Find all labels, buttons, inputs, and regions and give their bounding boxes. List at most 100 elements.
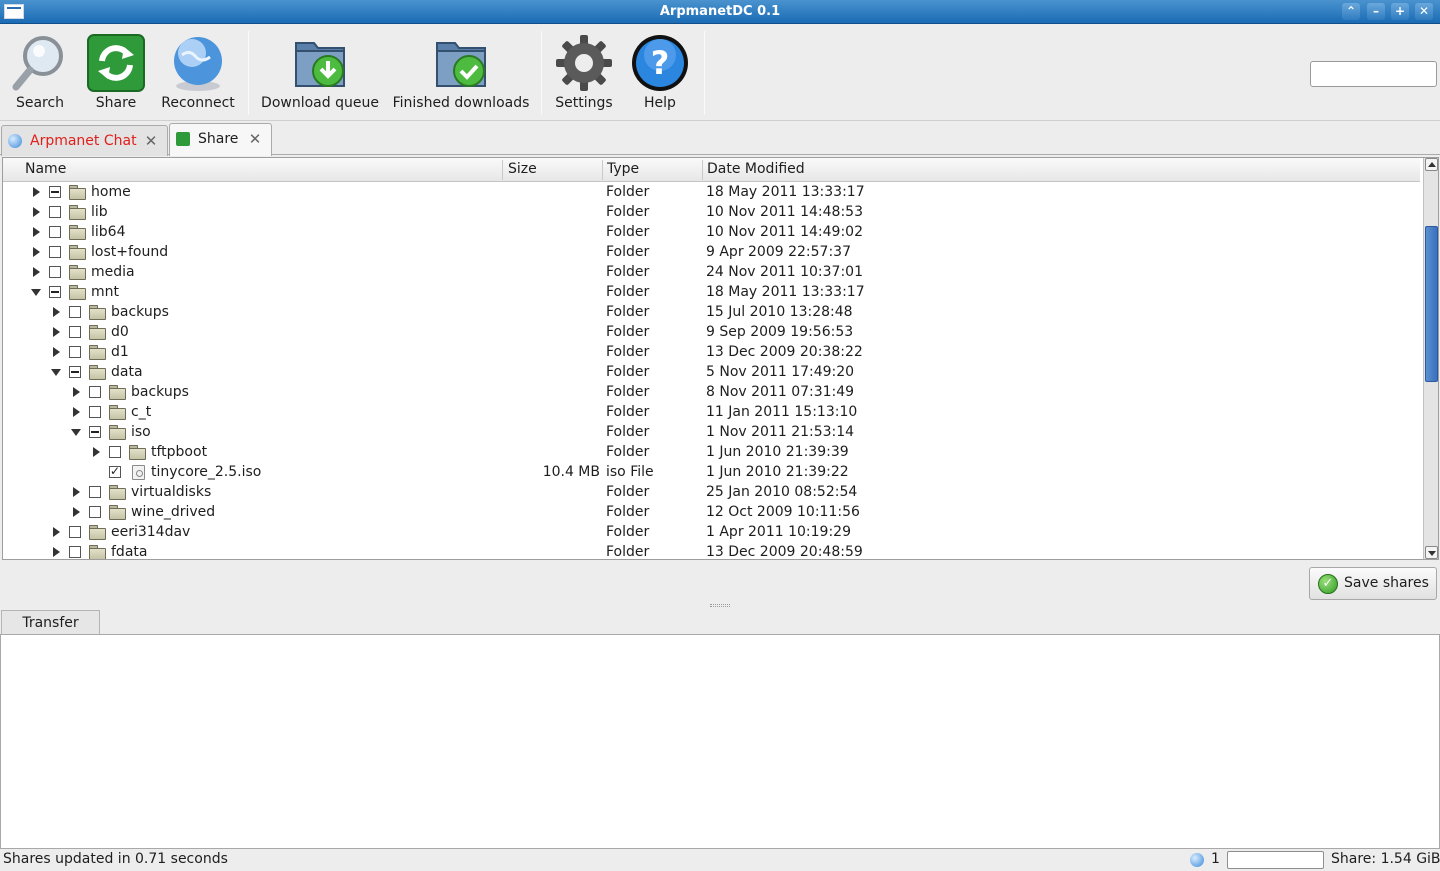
share-checkbox[interactable] — [109, 446, 121, 458]
close-icon[interactable]: ✕ — [248, 132, 262, 147]
scroll-thumb[interactable] — [1425, 226, 1438, 382]
share-checkbox[interactable] — [69, 526, 81, 538]
expander-open-icon[interactable] — [51, 367, 61, 377]
table-row[interactable]: c_t Folder 11 Jan 2011 15:13:10 — [3, 402, 1420, 422]
column-separator[interactable] — [702, 160, 703, 180]
expander-open-icon[interactable] — [71, 427, 81, 437]
table-row[interactable]: backups Folder 15 Jul 2010 13:28:48 — [3, 302, 1420, 322]
expander-closed-icon[interactable] — [51, 527, 61, 537]
column-name[interactable]: Name — [25, 161, 66, 177]
tab-transfer[interactable]: Transfer — [1, 610, 100, 634]
expander-closed-icon[interactable] — [71, 487, 81, 497]
download-queue-button[interactable]: Download queue — [256, 29, 384, 117]
table-row[interactable]: d1 Folder 13 Dec 2009 20:38:22 — [3, 342, 1420, 362]
table-row[interactable]: tinycore_2.5.iso 10.4 MB iso File 1 Jun 201… — [3, 462, 1420, 482]
expander-closed-icon[interactable] — [31, 247, 41, 257]
help-button[interactable]: ? Help — [626, 29, 694, 117]
table-row[interactable]: mnt Folder 18 May 2011 13:33:17 — [3, 282, 1420, 302]
share-checkbox[interactable] — [49, 286, 61, 298]
share-checkbox[interactable] — [49, 266, 61, 278]
row-name: d1 — [111, 344, 129, 360]
globe-icon — [174, 37, 222, 91]
expander-closed-icon[interactable] — [91, 447, 101, 457]
folder-icon — [109, 505, 126, 520]
expander-closed-icon[interactable] — [31, 227, 41, 237]
expander-open-icon[interactable] — [31, 287, 41, 297]
row-date-modified: 12 Oct 2009 10:11:56 — [706, 504, 860, 520]
row-name: iso — [131, 424, 151, 440]
reconnect-button[interactable]: Reconnect — [156, 29, 240, 117]
table-row[interactable]: data Folder 5 Nov 2011 17:49:20 — [3, 362, 1420, 382]
settings-button[interactable]: Settings — [550, 29, 618, 117]
minimize-button[interactable]: – — [1367, 3, 1385, 20]
expander-closed-icon[interactable] — [31, 207, 41, 217]
expander-closed-icon[interactable] — [51, 307, 61, 317]
share-checkbox[interactable] — [89, 386, 101, 398]
vertical-scrollbar[interactable] — [1423, 158, 1438, 559]
svg-text:?: ? — [651, 44, 670, 82]
table-row[interactable]: eeri314dav Folder 1 Apr 2011 10:19:29 — [3, 522, 1420, 542]
share-icon — [87, 34, 145, 92]
table-row[interactable]: backups Folder 8 Nov 2011 07:31:49 — [3, 382, 1420, 402]
pane-splitter[interactable] — [0, 602, 1440, 609]
toolbar-search-input[interactable] — [1310, 61, 1437, 87]
transfer-tab-bar: Transfer — [0, 609, 1440, 635]
share-checkbox[interactable] — [109, 464, 121, 478]
save-shares-button[interactable]: ✓ Save shares — [1309, 567, 1437, 600]
expander-closed-icon[interactable] — [31, 187, 41, 197]
table-row[interactable]: wine_drived Folder 12 Oct 2009 10:11:56 — [3, 502, 1420, 522]
share-checkbox[interactable] — [69, 346, 81, 358]
tab-arpmanet-chat[interactable]: Arpmanet Chat ✕ — [1, 125, 168, 156]
share-checkbox[interactable] — [49, 246, 61, 258]
share-checkbox[interactable] — [49, 186, 61, 198]
share-checkbox[interactable] — [89, 486, 101, 498]
table-row[interactable]: media Folder 24 Nov 2011 10:37:01 — [3, 262, 1420, 282]
expander-closed-icon[interactable] — [51, 547, 61, 557]
tab-label: Arpmanet Chat — [30, 133, 137, 149]
finished-downloads-button[interactable]: Finished downloads — [390, 29, 532, 117]
close-window-button[interactable]: ✕ — [1415, 3, 1433, 20]
share-button[interactable]: Share — [80, 29, 152, 117]
scroll-up-arrow[interactable] — [1425, 158, 1438, 171]
table-row[interactable]: fdata Folder 13 Dec 2009 20:48:59 — [3, 542, 1420, 559]
table-row[interactable]: iso Folder 1 Nov 2011 21:53:14 — [3, 422, 1420, 442]
share-tree-view[interactable]: Name Size Type Date Modified home Folder 1… — [2, 157, 1439, 560]
table-row[interactable]: d0 Folder 9 Sep 2009 19:56:53 — [3, 322, 1420, 342]
share-checkbox[interactable] — [69, 366, 81, 378]
share-checkbox[interactable] — [69, 306, 81, 318]
tab-label: Share — [198, 131, 239, 147]
column-separator[interactable] — [502, 160, 503, 180]
expander-closed-icon[interactable] — [31, 267, 41, 277]
search-button[interactable]: Search — [4, 29, 76, 117]
expander-closed-icon[interactable] — [71, 387, 81, 397]
share-checkbox[interactable] — [89, 426, 101, 438]
share-checkbox[interactable] — [89, 406, 101, 418]
share-checkbox[interactable] — [49, 226, 61, 238]
scroll-down-arrow[interactable] — [1425, 546, 1438, 559]
status-message: Shares updated in 0.71 seconds — [3, 851, 228, 867]
column-type[interactable]: Type — [607, 161, 639, 177]
share-checkbox[interactable] — [49, 206, 61, 218]
expander-closed-icon[interactable] — [51, 327, 61, 337]
table-row[interactable]: lib64 Folder 10 Nov 2011 14:49:02 — [3, 222, 1420, 242]
folder-icon — [69, 205, 86, 220]
share-checkbox[interactable] — [89, 506, 101, 518]
column-date-modified[interactable]: Date Modified — [707, 161, 805, 177]
share-checkbox[interactable] — [69, 546, 81, 558]
close-icon[interactable]: ✕ — [144, 134, 158, 149]
maximize-button[interactable]: + — [1391, 3, 1409, 20]
share-checkbox[interactable] — [69, 326, 81, 338]
column-size[interactable]: Size — [508, 161, 537, 177]
table-row[interactable]: virtualdisks Folder 25 Jan 2010 08:52:54 — [3, 482, 1420, 502]
table-row[interactable]: lost+found Folder 9 Apr 2009 22:57:37 — [3, 242, 1420, 262]
column-separator[interactable] — [602, 160, 603, 180]
table-row[interactable]: lib Folder 10 Nov 2011 14:48:53 — [3, 202, 1420, 222]
tab-share[interactable]: Share ✕ — [169, 123, 272, 156]
expander-closed-icon[interactable] — [71, 407, 81, 417]
expander-closed-icon[interactable] — [71, 507, 81, 517]
shade-button[interactable]: ⌃ — [1342, 3, 1360, 20]
table-row[interactable]: home Folder 18 May 2011 13:33:17 — [3, 182, 1420, 202]
table-row[interactable]: tftpboot Folder 1 Jun 2010 21:39:39 — [3, 442, 1420, 462]
folder-icon — [109, 485, 126, 500]
expander-closed-icon[interactable] — [51, 347, 61, 357]
